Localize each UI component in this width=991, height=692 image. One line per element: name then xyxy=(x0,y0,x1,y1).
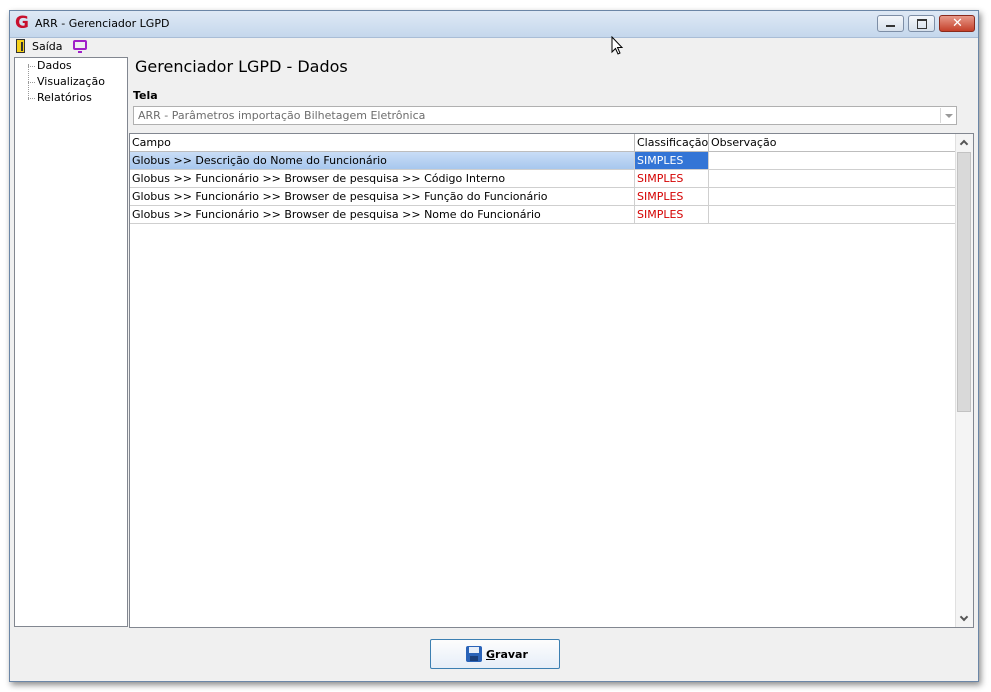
tree-connector xyxy=(28,82,35,83)
exit-door-icon[interactable] xyxy=(16,39,25,53)
scroll-down-icon[interactable] xyxy=(956,610,973,627)
cell-campo[interactable]: Globus >> Funcionário >> Browser de pesq… xyxy=(130,188,635,205)
close-icon: ✕ xyxy=(952,16,963,31)
column-header-observacao[interactable]: Observação xyxy=(709,134,958,151)
scroll-up-icon[interactable] xyxy=(956,134,973,151)
tela-label: Tela xyxy=(133,89,158,102)
tree-connector xyxy=(28,98,35,99)
exit-menu-item[interactable]: Saída xyxy=(32,40,63,53)
table-row[interactable]: Globus >> Funcionário >> Browser de pesq… xyxy=(130,188,958,206)
minimize-button[interactable] xyxy=(877,15,904,32)
table-row[interactable]: Globus >> Funcionário >> Browser de pesq… xyxy=(130,206,958,224)
fields-grid: Campo Classificação Observação Globus >>… xyxy=(129,133,974,628)
save-button-label: Gravar xyxy=(486,648,528,661)
vertical-scrollbar[interactable] xyxy=(955,134,973,627)
maximize-icon xyxy=(917,19,927,29)
cell-observacao[interactable] xyxy=(709,170,958,187)
cell-campo[interactable]: Globus >> Descrição do Nome do Funcionár… xyxy=(130,152,635,169)
tree-connector xyxy=(28,66,35,67)
save-button[interactable]: Gravar xyxy=(430,639,560,669)
tree-item-relatorios[interactable]: Relatórios xyxy=(37,91,92,104)
cell-classificacao[interactable]: SIMPLES xyxy=(635,206,709,223)
chevron-down-icon[interactable] xyxy=(940,108,955,123)
cell-observacao[interactable] xyxy=(709,188,958,205)
title-bar[interactable]: G ARR - Gerenciador LGPD ✕ xyxy=(10,11,978,38)
menu-bar: Saída xyxy=(10,38,978,56)
cell-campo[interactable]: Globus >> Funcionário >> Browser de pesq… xyxy=(130,170,635,187)
page-title: Gerenciador LGPD - Dados xyxy=(135,57,348,76)
close-button[interactable]: ✕ xyxy=(939,15,975,32)
grid-header: Campo Classificação Observação xyxy=(130,134,958,152)
column-header-classificacao[interactable]: Classificação xyxy=(635,134,709,151)
cell-observacao[interactable] xyxy=(709,206,958,223)
table-row[interactable]: Globus >> Funcionário >> Browser de pesq… xyxy=(130,170,958,188)
tree-item-dados[interactable]: Dados xyxy=(37,59,72,72)
cell-campo[interactable]: Globus >> Funcionário >> Browser de pesq… xyxy=(130,206,635,223)
app-logo-icon: G xyxy=(15,13,29,33)
floppy-disk-icon xyxy=(466,646,482,662)
mouse-cursor-icon xyxy=(611,36,624,55)
cell-classificacao[interactable]: SIMPLES xyxy=(635,152,709,169)
maximize-button[interactable] xyxy=(908,15,935,32)
table-row[interactable]: Globus >> Descrição do Nome do Funcionár… xyxy=(130,152,958,170)
navigation-tree: Dados Visualização Relatórios xyxy=(14,57,128,627)
cell-classificacao[interactable]: SIMPLES xyxy=(635,188,709,205)
cell-classificacao[interactable]: SIMPLES xyxy=(635,170,709,187)
window-title: ARR - Gerenciador LGPD xyxy=(35,17,170,30)
scrollbar-thumb[interactable] xyxy=(957,152,971,412)
cell-observacao[interactable] xyxy=(709,152,958,169)
tela-select-value: ARR - Parâmetros importação Bilhetagem E… xyxy=(138,109,426,122)
tela-select[interactable]: ARR - Parâmetros importação Bilhetagem E… xyxy=(133,106,957,125)
app-window: G ARR - Gerenciador LGPD ✕ Saída Dados V… xyxy=(9,10,979,682)
tree-item-visualizacao[interactable]: Visualização xyxy=(37,75,105,88)
monitor-icon[interactable] xyxy=(73,40,87,53)
minimize-icon xyxy=(886,25,895,27)
column-header-campo[interactable]: Campo xyxy=(130,134,635,151)
